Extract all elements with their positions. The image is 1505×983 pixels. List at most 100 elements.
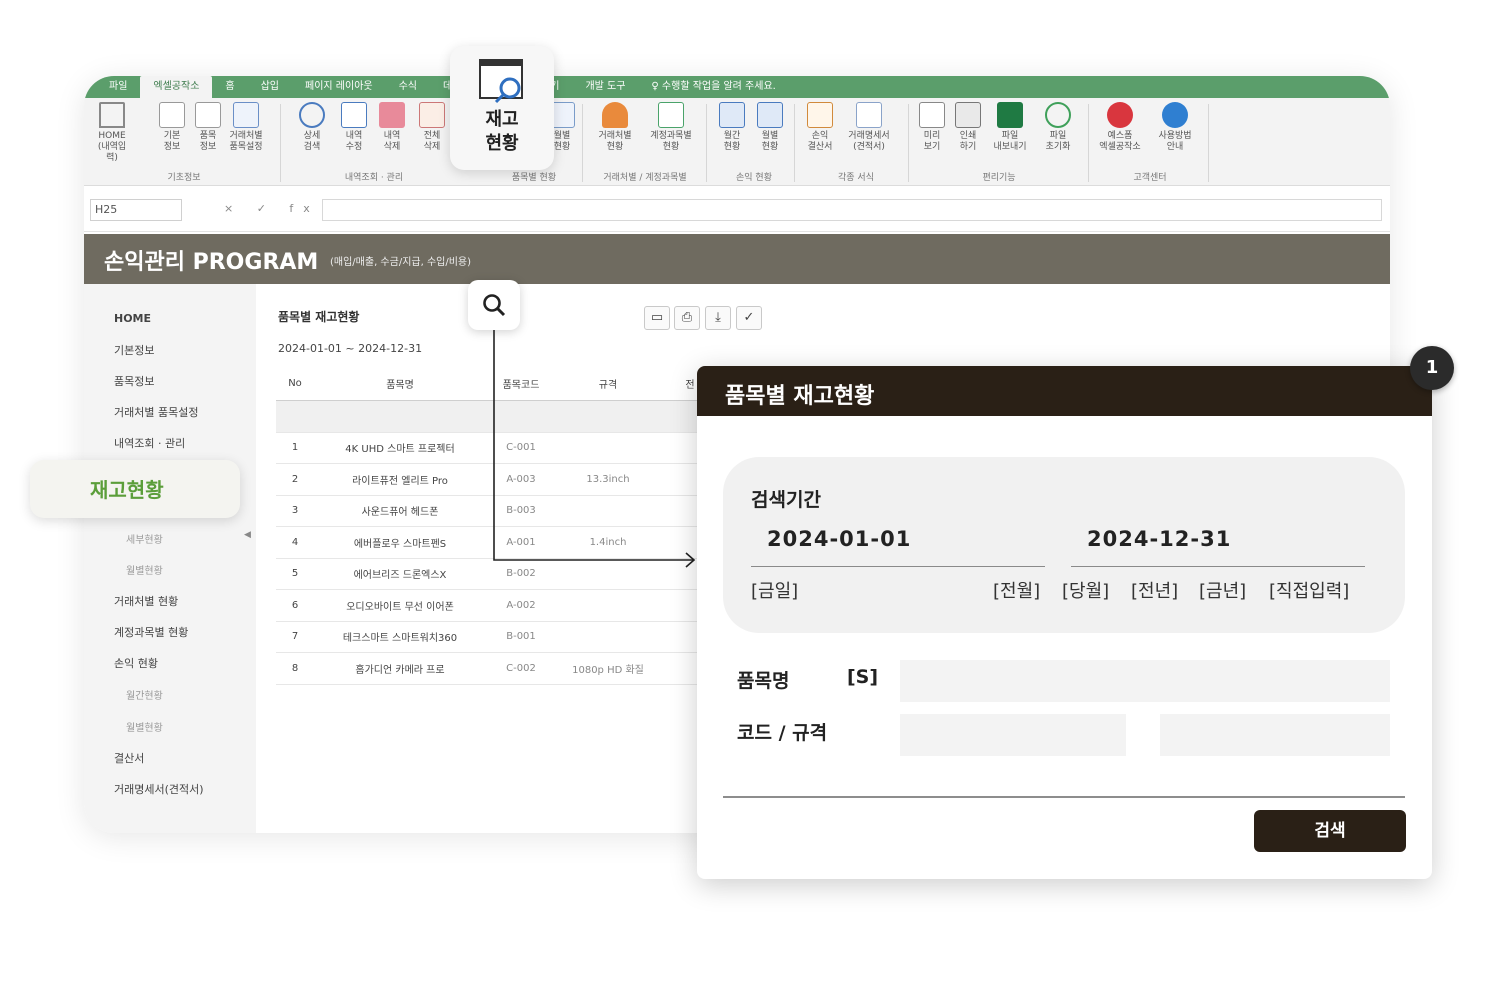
ribbon-group-label: 품목별 현황 xyxy=(511,173,557,183)
ribbon-home-button[interactable]: HOME (내역입력) xyxy=(94,102,130,164)
ribbon-tab-insert[interactable]: 삽입 xyxy=(248,76,292,98)
sidebar-item-client-items[interactable]: 거래처별 품목설정 xyxy=(114,404,198,420)
quick-this-month-button[interactable]: [당월] xyxy=(1062,577,1109,603)
item-name-label: 품목명 xyxy=(737,670,790,692)
ribbon-print-button[interactable]: 인쇄 하기 xyxy=(950,102,986,153)
monitor-icon[interactable]: ▭ xyxy=(644,306,670,330)
ribbon-monthly-period-button[interactable]: 월간 현황 xyxy=(714,102,750,153)
ribbon-group-label: 각종 서식 xyxy=(838,173,874,183)
code-input[interactable] xyxy=(900,714,1126,756)
ribbon-preview-button[interactable]: 미리 보기 xyxy=(914,102,950,153)
ribbon-settlement-button[interactable]: 손익 결산서 xyxy=(802,102,838,153)
quick-custom-button[interactable]: [직접입력] xyxy=(1269,577,1349,603)
cell-item-name: 오디오바이트 무선 이어폰 xyxy=(314,589,486,622)
dialog-header: 품목별 재고현황 xyxy=(697,366,1432,416)
formula-bar-row: H25 × ✓ fx xyxy=(84,188,1390,232)
app-subtitle: (매입/매출, 수금/지급, 수입/비용) xyxy=(330,257,472,268)
search-period-label: 검색기간 xyxy=(751,489,821,511)
ribbon-group-label: 거래처별 / 계정과목별 xyxy=(603,173,687,183)
ribbon-group-label: 기초정보 xyxy=(167,173,201,183)
ribbon-tab-page-layout[interactable]: 페이지 레이아웃 xyxy=(292,76,386,98)
stock-search-dialog: 품목별 재고현황 검색기간 2024-01-01 2024-12-31 [금일]… xyxy=(697,366,1432,879)
cell-no: 7 xyxy=(276,621,314,653)
dialog-divider xyxy=(723,796,1405,798)
ribbon-guide-button[interactable]: 사용방법 안내 xyxy=(1150,102,1200,153)
check-icon[interactable]: ✓ xyxy=(736,306,762,330)
table-row[interactable]: 6 오디오바이트 무선 이어폰 A-002 xyxy=(276,589,720,622)
cell-no: 2 xyxy=(276,463,314,496)
sidebar-item-monthly-status[interactable]: 월별현황 xyxy=(126,562,163,577)
sidebar-item-client-status[interactable]: 거래처별 현황 xyxy=(114,593,178,609)
ribbon-tab-formulas[interactable]: 수식 xyxy=(386,76,430,98)
sidebar-item-stock-status-highlight[interactable]: 재고현황 xyxy=(30,460,240,518)
sidebar-item-detail-status[interactable]: 세부현황 xyxy=(126,531,163,546)
ribbon-tab-home[interactable]: 홈 xyxy=(212,76,247,98)
ribbon-tab-developer[interactable]: 개발 도구 xyxy=(572,76,638,98)
cell-no: 1 xyxy=(276,432,314,464)
clipboard-icon xyxy=(807,102,833,128)
column-header: 품목명 xyxy=(314,368,486,401)
ribbon-tab-file[interactable]: 파일 xyxy=(96,76,140,98)
collapse-arrow-icon[interactable]: ◀ xyxy=(244,530,251,540)
ribbon-edit-button[interactable]: 내역 수정 xyxy=(336,102,372,153)
quick-today-button[interactable]: [금일] xyxy=(751,577,798,603)
item-name-tag: [S] xyxy=(847,666,879,688)
ribbon-monthly-button[interactable]: 월별 현황 xyxy=(752,102,788,153)
sidebar-item-monthly-profit[interactable]: 월별현황 xyxy=(126,719,163,734)
name-box[interactable]: H25 xyxy=(90,199,182,221)
excel-icon xyxy=(997,102,1023,128)
quick-last-month-button[interactable]: [전월] xyxy=(993,577,1040,603)
sidebar-item-basic-info[interactable]: 기본정보 xyxy=(114,342,154,358)
pencil-icon xyxy=(341,102,367,128)
search-button[interactable] xyxy=(468,280,520,330)
ribbon-tab-bar: 파일 엑셀공작소 홈 삽입 페이지 레이아웃 수식 데이터 검토 보기 개발 도… xyxy=(84,76,1390,98)
print-icon[interactable]: ⎙ xyxy=(674,306,700,330)
quick-this-year-button[interactable]: [금년] xyxy=(1199,577,1246,603)
ribbon-tell-me[interactable]: ♀ 수행할 작업을 알려 주세요. xyxy=(638,76,788,98)
ribbon-delete-all-button[interactable]: 전체 삭제 xyxy=(414,102,450,153)
sidebar-item-profit-status[interactable]: 손익 현황 xyxy=(114,655,158,671)
sidebar-item-home[interactable]: HOME xyxy=(114,312,151,325)
table-row[interactable]: 8 홈가디언 카메라 프로 C-002 1080p HD 화질 xyxy=(276,652,720,685)
ribbon-client-items-button[interactable]: 거래처별 품목설정 xyxy=(228,102,264,153)
ribbon-separator xyxy=(280,104,281,182)
spec-input[interactable] xyxy=(1160,714,1390,756)
formula-controls[interactable]: × ✓ fx xyxy=(224,202,320,215)
ribbon-client-status-button[interactable]: 거래처별 현황 xyxy=(590,102,640,153)
end-date-field[interactable]: 2024-12-31 xyxy=(1087,527,1231,551)
start-date-underline xyxy=(751,566,1045,567)
sidebar-item-invoice[interactable]: 거래명세서(견적서) xyxy=(114,781,204,797)
ribbon-export-button[interactable]: 파일 내보내기 xyxy=(988,102,1032,153)
ribbon-reset-button[interactable]: 파일 초기화 xyxy=(1036,102,1080,153)
ribbon-account-status-button[interactable]: 계정과목별 현황 xyxy=(646,102,696,153)
cell-item-name: 홈가디언 카메라 프로 xyxy=(314,652,486,685)
table-row[interactable]: 7 테크스마트 스마트워치360 B-001 xyxy=(276,621,720,653)
formula-input[interactable] xyxy=(322,199,1382,221)
dialog-title: 품목별 재고현황 xyxy=(725,384,875,409)
house-icon xyxy=(99,102,125,128)
download-icon[interactable]: ⤓ xyxy=(705,306,731,330)
sidebar-item-account-status[interactable]: 계정과목별 현황 xyxy=(114,624,188,640)
sidebar-item-history[interactable]: 내역조회 · 관리 xyxy=(114,435,185,451)
item-name-input[interactable] xyxy=(900,660,1390,702)
ribbon-invoice-button[interactable]: 거래명세서 (견적서) xyxy=(844,102,894,153)
search-icon xyxy=(483,294,506,317)
stock-status-ribbon-button[interactable]: 재고 현황 xyxy=(450,46,554,170)
search-submit-button[interactable]: 검색 xyxy=(1254,810,1406,852)
sidebar-item-settlement[interactable]: 결산서 xyxy=(114,750,144,766)
calendar-icon xyxy=(719,102,745,128)
start-date-field[interactable]: 2024-01-01 xyxy=(767,527,911,551)
ribbon-tab-excel-workshop[interactable]: 엑셀공작소 xyxy=(140,76,213,98)
sidebar-item-item-info[interactable]: 품목정보 xyxy=(114,373,154,389)
sidebar-item-period-status[interactable]: 월간현황 xyxy=(126,687,163,702)
quick-last-year-button[interactable]: [전년] xyxy=(1131,577,1178,603)
document-icon xyxy=(159,102,185,128)
stock-search-icon xyxy=(479,59,523,104)
checklist-icon xyxy=(658,102,684,128)
ribbon-delete-button[interactable]: 내역 삭제 xyxy=(374,102,410,153)
ribbon-yesform-button[interactable]: 예스폼 엑셀공작소 xyxy=(1094,102,1146,153)
ribbon-detail-search-button[interactable]: 상세 검색 xyxy=(294,102,330,153)
ribbon-item-info-button[interactable]: 품목 정보 xyxy=(190,102,226,153)
cell-item-name: 4K UHD 스마트 프로젝터 xyxy=(314,432,486,464)
ribbon-basic-info-button[interactable]: 기본 정보 xyxy=(154,102,190,153)
